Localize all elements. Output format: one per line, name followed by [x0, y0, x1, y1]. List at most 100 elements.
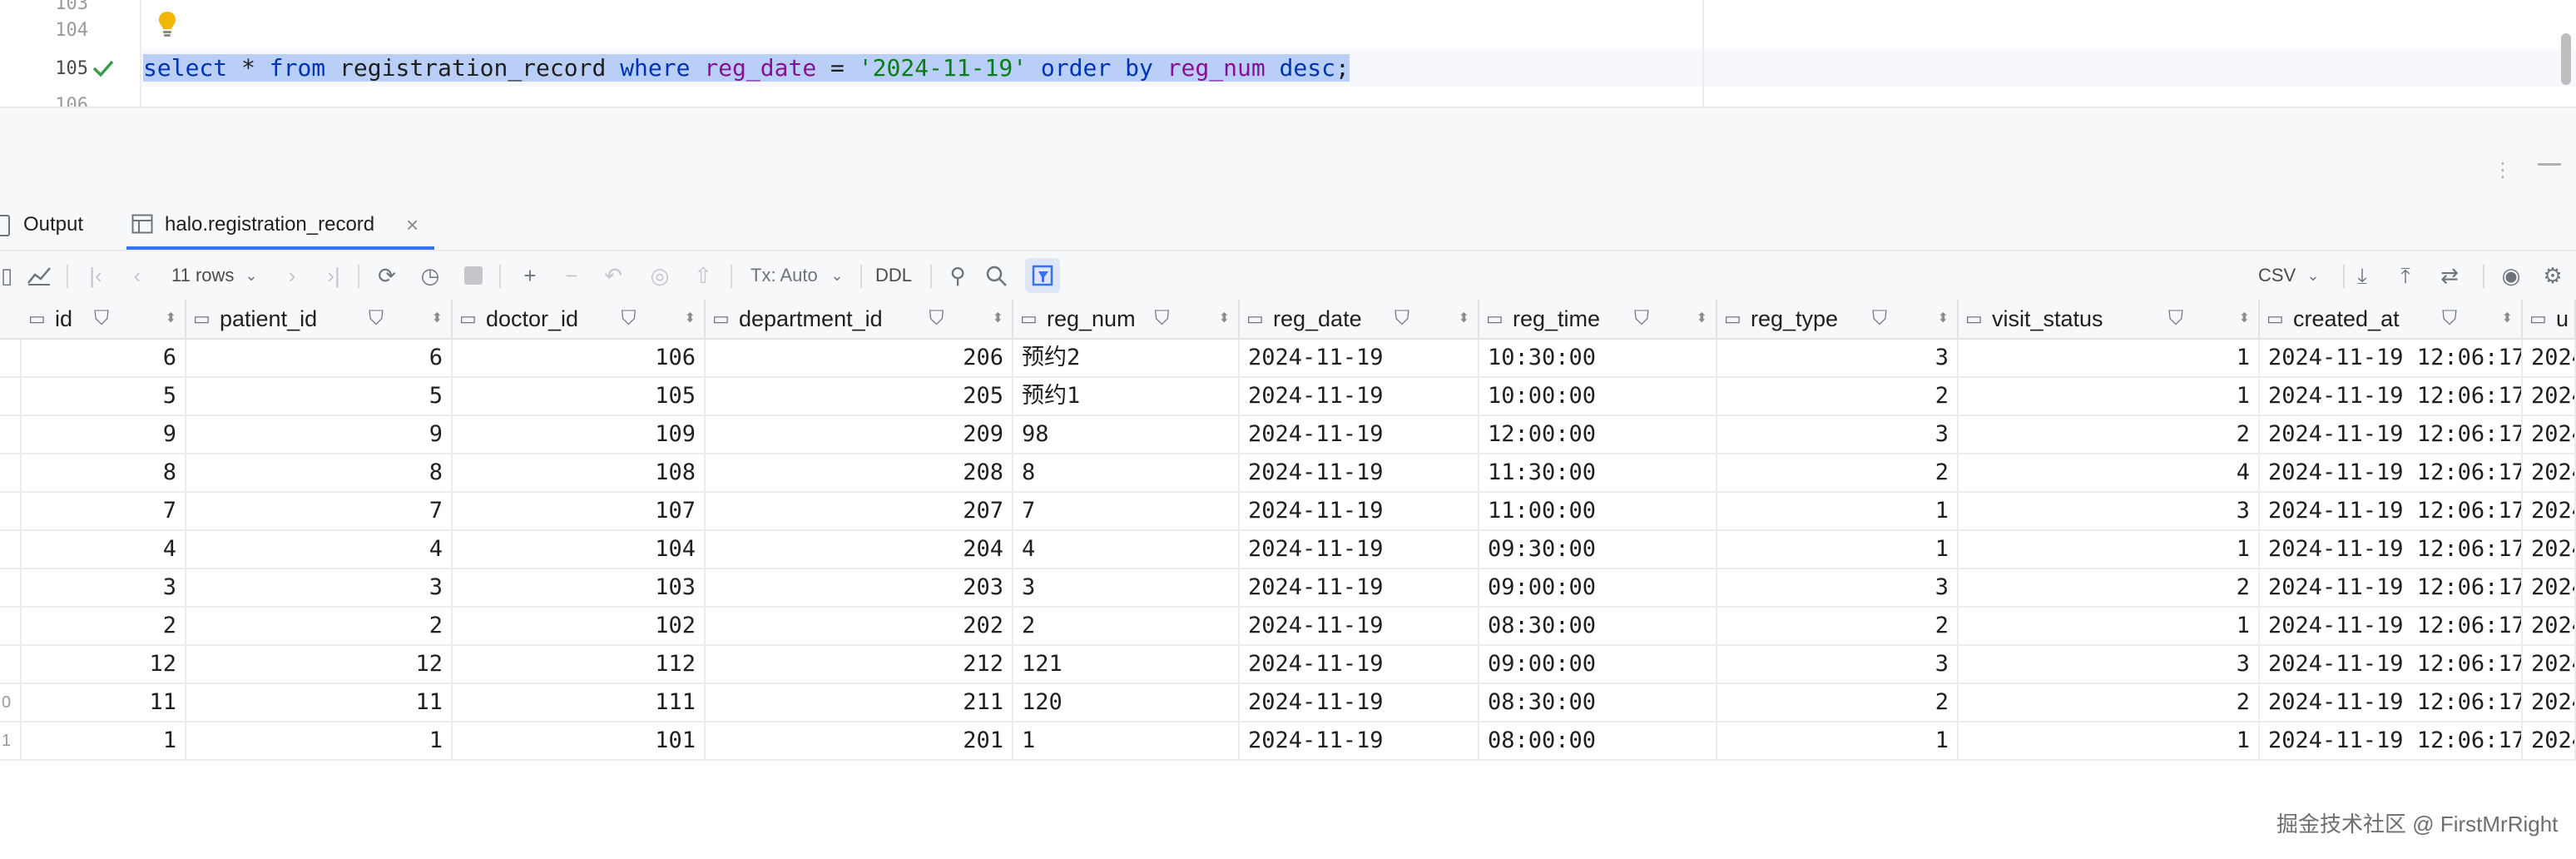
table-row[interactable]: 8 8 108 208 8 2024-11-19 11:30:00 2 4 2024-11-19 …: [0, 454, 2576, 493]
table-cell[interactable]: 209: [706, 416, 1013, 454]
chevron-down-icon[interactable]: ⌄: [827, 251, 847, 300]
table-cell[interactable]: 207: [706, 493, 1013, 531]
table-cell[interactable]: 2024-11-19: [1240, 416, 1479, 454]
column-sort-icon[interactable]: ⬍: [432, 300, 443, 338]
chart-view-icon[interactable]: [27, 265, 52, 286]
table-cell[interactable]: 09:00:00: [1479, 646, 1717, 684]
column-sort-icon[interactable]: ⬍: [993, 300, 1003, 338]
table-cell[interactable]: 09:30:00: [1479, 531, 1717, 569]
chevron-down-icon[interactable]: ⌄: [241, 251, 261, 300]
tab-output[interactable]: Output: [23, 200, 83, 250]
table-row[interactable]: 5 5 105 205 预约1 2024-11-19 10:00:00 2 1 2024-11-1…: [0, 378, 2576, 416]
table-cell[interactable]: 5: [22, 378, 186, 416]
table-row[interactable]: 1 1 1 101 201 1 2024-11-19 08:00:00 1 1 2024-11-19…: [0, 722, 2576, 761]
table-cell[interactable]: 11:30:00: [1479, 454, 1717, 493]
view-icon[interactable]: ◉: [2496, 251, 2526, 300]
table-cell[interactable]: 2: [1717, 378, 1959, 416]
lightbulb-icon[interactable]: [156, 10, 178, 38]
last-page-icon[interactable]: ›|: [321, 251, 346, 300]
table-cell[interactable]: 6: [22, 340, 186, 378]
column-header[interactable]: ▭ id ⛉ ⬍: [22, 300, 186, 338]
table-cell[interactable]: 12: [22, 646, 186, 684]
column-header[interactable]: ▭ u: [2523, 300, 2576, 338]
column-filter-icon[interactable]: ⛉: [1634, 300, 1649, 338]
table-cell[interactable]: 101: [453, 722, 706, 761]
table-cell[interactable]: 2024-11-19 12:06:17: [2260, 340, 2523, 378]
table-cell[interactable]: 2024-11-19: [1240, 722, 1479, 761]
column-filter-icon[interactable]: ⛉: [929, 300, 944, 338]
table-cell[interactable]: 2024: [2523, 684, 2576, 722]
table-cell[interactable]: 2024: [2523, 722, 2576, 761]
table-cell[interactable]: 2: [22, 608, 186, 646]
table-cell[interactable]: 1: [1959, 531, 2260, 569]
table-cell[interactable]: 6: [186, 340, 453, 378]
column-sort-icon[interactable]: ⬍: [685, 300, 696, 338]
table-cell[interactable]: 08:30:00: [1479, 608, 1717, 646]
table-cell[interactable]: 2024-11-19: [1240, 340, 1479, 378]
table-cell[interactable]: 2: [1959, 416, 2260, 454]
table-cell[interactable]: 2: [1959, 569, 2260, 608]
settings-gear-icon[interactable]: ⚙: [2538, 251, 2568, 300]
column-sort-icon[interactable]: ⬍: [2502, 300, 2513, 338]
sql-editor[interactable]: 103 104 105 106 select * from registrati…: [0, 0, 2576, 116]
column-header[interactable]: ▭ reg_time ⛉ ⬍: [1479, 300, 1717, 338]
table-cell[interactable]: 3: [1717, 646, 1959, 684]
search-icon[interactable]: [985, 265, 1008, 288]
table-cell[interactable]: 3: [1959, 646, 2260, 684]
table-cell[interactable]: 4: [186, 531, 453, 569]
table-cell[interactable]: 8: [1013, 454, 1240, 493]
table-cell[interactable]: 9: [186, 416, 453, 454]
filter-toggle-button[interactable]: [1025, 258, 1060, 293]
table-cell[interactable]: 1: [1959, 378, 2260, 416]
column-sort-icon[interactable]: ⬍: [2239, 300, 2250, 338]
download-icon[interactable]: ⤓: [2348, 251, 2376, 300]
table-cell[interactable]: 2: [186, 608, 453, 646]
table-cell[interactable]: 4: [1013, 531, 1240, 569]
table-cell[interactable]: 212: [706, 646, 1013, 684]
table-cell[interactable]: 109: [453, 416, 706, 454]
table-cell[interactable]: 204: [706, 531, 1013, 569]
editor-scrollbar[interactable]: [2561, 33, 2571, 85]
table-cell[interactable]: 2024: [2523, 608, 2576, 646]
table-row[interactable]: 6 6 106 206 预约2 2024-11-19 10:30:00 3 1 2024-11-1…: [0, 340, 2576, 378]
table-cell[interactable]: 120: [1013, 684, 1240, 722]
table-cell[interactable]: 8: [186, 454, 453, 493]
table-cell[interactable]: 1: [22, 722, 186, 761]
table-cell[interactable]: 预约1: [1013, 378, 1240, 416]
column-sort-icon[interactable]: ⬍: [1697, 300, 1707, 338]
table-cell[interactable]: 7: [186, 493, 453, 531]
table-cell[interactable]: 3: [22, 569, 186, 608]
table-cell[interactable]: 2024: [2523, 454, 2576, 493]
table-cell[interactable]: 2024-11-19: [1240, 493, 1479, 531]
column-filter-icon[interactable]: ⛉: [1872, 300, 1887, 338]
table-cell[interactable]: 2024: [2523, 531, 2576, 569]
table-cell[interactable]: 2024-11-19 12:06:17: [2260, 684, 2523, 722]
table-cell[interactable]: 2: [1959, 684, 2260, 722]
submit-icon[interactable]: ⇧: [689, 251, 717, 300]
prev-page-icon[interactable]: ‹: [125, 251, 150, 300]
column-header[interactable]: ▭ doctor_id ⛉ ⬍: [453, 300, 706, 338]
refresh-icon[interactable]: ⟳: [373, 251, 401, 300]
table-cell[interactable]: 111: [453, 684, 706, 722]
grid-view-icon[interactable]: ▯: [0, 251, 13, 300]
table-cell[interactable]: 2024: [2523, 493, 2576, 531]
table-cell[interactable]: 205: [706, 378, 1013, 416]
table-cell[interactable]: 3: [1717, 569, 1959, 608]
table-cell[interactable]: 2024-11-19 12:06:17: [2260, 722, 2523, 761]
table-cell[interactable]: 12:00:00: [1479, 416, 1717, 454]
table-cell[interactable]: 2024-11-19 12:06:17: [2260, 569, 2523, 608]
table-cell[interactable]: 202: [706, 608, 1013, 646]
column-filter-icon[interactable]: ⛉: [1155, 300, 1170, 338]
table-cell[interactable]: 2024: [2523, 569, 2576, 608]
table-cell[interactable]: 104: [453, 531, 706, 569]
table-cell[interactable]: 2: [1717, 608, 1959, 646]
first-page-icon[interactable]: |‹: [83, 251, 108, 300]
add-row-icon[interactable]: +: [516, 251, 544, 300]
table-cell[interactable]: 201: [706, 722, 1013, 761]
table-cell[interactable]: 1: [1959, 340, 2260, 378]
table-cell[interactable]: 206: [706, 340, 1013, 378]
table-cell[interactable]: 7: [1013, 493, 1240, 531]
table-cell[interactable]: 1: [1717, 493, 1959, 531]
table-cell[interactable]: 12: [186, 646, 453, 684]
preview-changes-icon[interactable]: ◎: [646, 251, 674, 300]
